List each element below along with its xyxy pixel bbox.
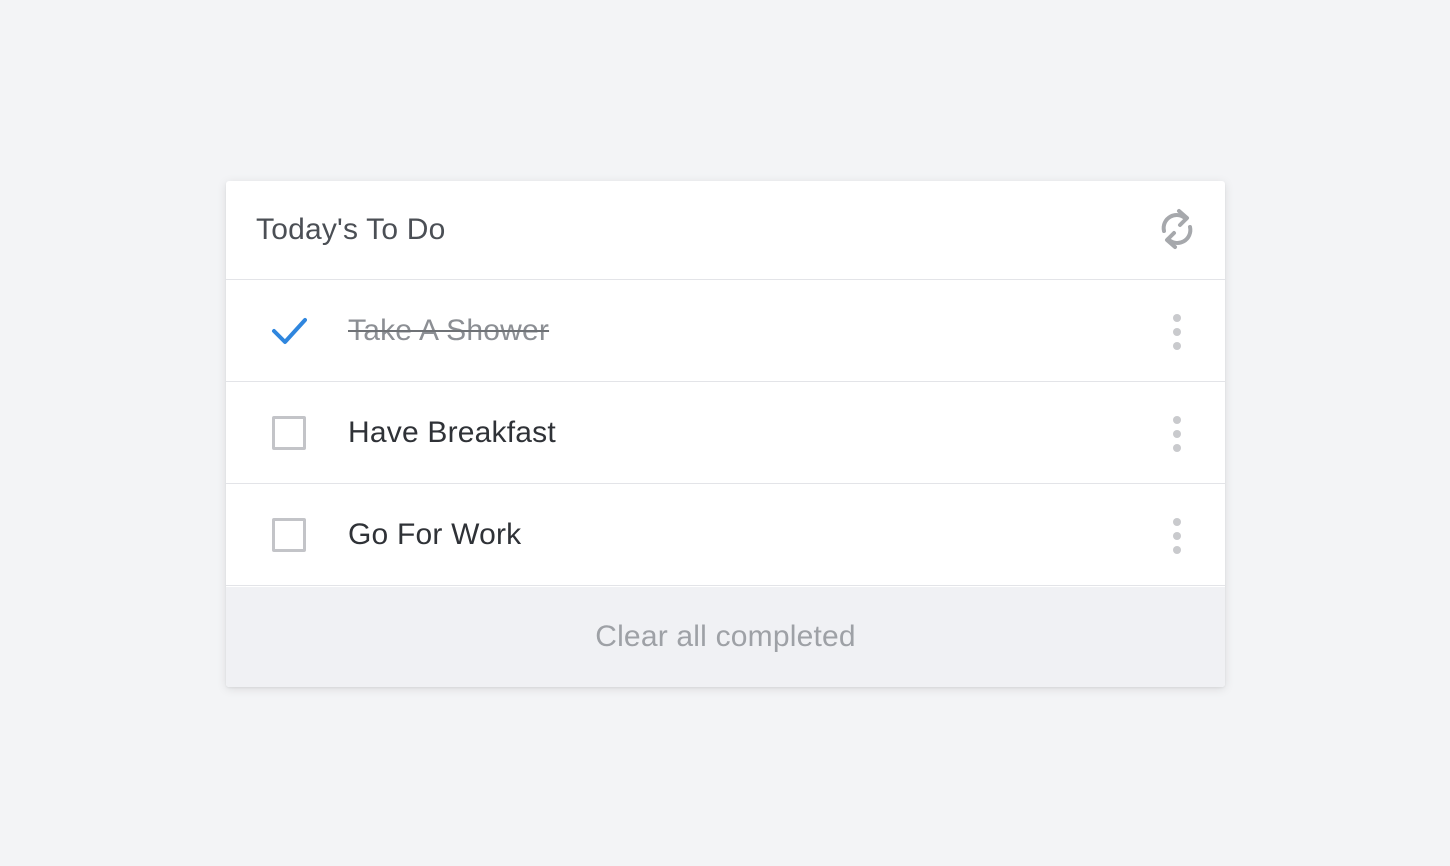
todo-item-have-breakfast[interactable]: Have Breakfast: [226, 382, 1225, 484]
checkbox-unchecked-icon[interactable]: [272, 518, 306, 552]
todo-item-go-for-work[interactable]: Go For Work: [226, 484, 1225, 586]
card-footer: Clear all completed: [226, 587, 1225, 687]
more-vertical-icon[interactable]: [1169, 416, 1185, 452]
more-vertical-icon[interactable]: [1169, 518, 1185, 554]
clear-completed-button[interactable]: Clear all completed: [595, 620, 856, 654]
checkbox-unchecked-icon[interactable]: [272, 416, 306, 450]
checkmark-icon[interactable]: [271, 313, 307, 349]
more-vertical-icon[interactable]: [1169, 314, 1185, 350]
todo-label: Have Breakfast: [348, 416, 556, 449]
card-header: Today's To Do: [226, 181, 1225, 280]
todo-label: Go For Work: [348, 518, 522, 551]
page-title: Today's To Do: [256, 213, 446, 246]
todo-label: Take A Shower: [348, 314, 550, 347]
todo-item-take-a-shower[interactable]: Take A Shower: [226, 280, 1225, 382]
todo-card: Today's To Do Take A Shower Have Breakfa…: [226, 181, 1225, 687]
refresh-icon[interactable]: [1157, 208, 1197, 250]
